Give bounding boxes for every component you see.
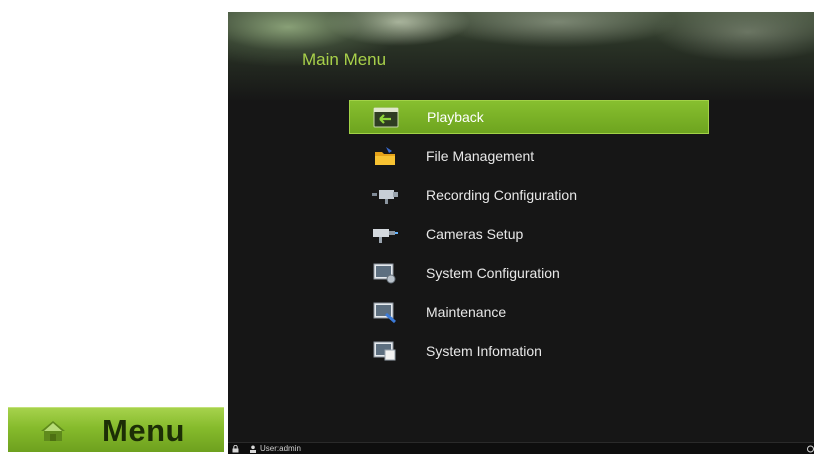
system-config-icon <box>373 263 396 284</box>
status-bar: User:admin <box>228 442 814 454</box>
page-title: Main Menu <box>302 50 387 69</box>
lock-icon <box>232 445 239 453</box>
stage: Menu Main Menu Playback File Management … <box>0 0 814 454</box>
maintenance-icon <box>373 302 396 324</box>
menu-item-playback[interactable]: Playback <box>349 100 709 134</box>
menu-item-label: System Configuration <box>426 265 560 281</box>
playback-icon <box>373 107 399 128</box>
main-menu-list: Playback File Management Recording Confi… <box>349 100 709 373</box>
menu-item-system-information[interactable]: System Infomation <box>349 334 709 368</box>
recording-camera-icon <box>372 190 398 204</box>
menu-item-cameras-setup[interactable]: Cameras Setup <box>349 217 709 251</box>
clock-icon <box>807 445 814 453</box>
menu-item-system-configuration[interactable]: System Configuration <box>349 256 709 290</box>
menu-button-label: Menu <box>102 413 185 448</box>
menu-item-recording-configuration[interactable]: Recording Configuration <box>349 178 709 212</box>
dvr-screen: Main Menu Playback File Management Recor… <box>228 12 814 454</box>
menu-button[interactable]: Menu <box>8 407 224 452</box>
menu-item-maintenance[interactable]: Maintenance <box>349 295 709 329</box>
user-status: User:admin <box>260 444 301 453</box>
home-icon <box>41 421 65 441</box>
camera-icon <box>373 229 398 243</box>
menu-item-label: Maintenance <box>426 304 507 320</box>
menu-item-file-management[interactable]: File Management <box>349 139 709 173</box>
menu-item-label: File Management <box>426 148 535 164</box>
menu-item-label: Recording Configuration <box>426 187 577 203</box>
folder-icon <box>375 147 395 165</box>
menu-item-label: Cameras Setup <box>426 226 524 242</box>
user-icon <box>250 445 256 453</box>
menu-item-label: System Infomation <box>426 343 542 359</box>
system-info-icon <box>373 341 396 361</box>
menu-item-label: Playback <box>427 109 484 125</box>
